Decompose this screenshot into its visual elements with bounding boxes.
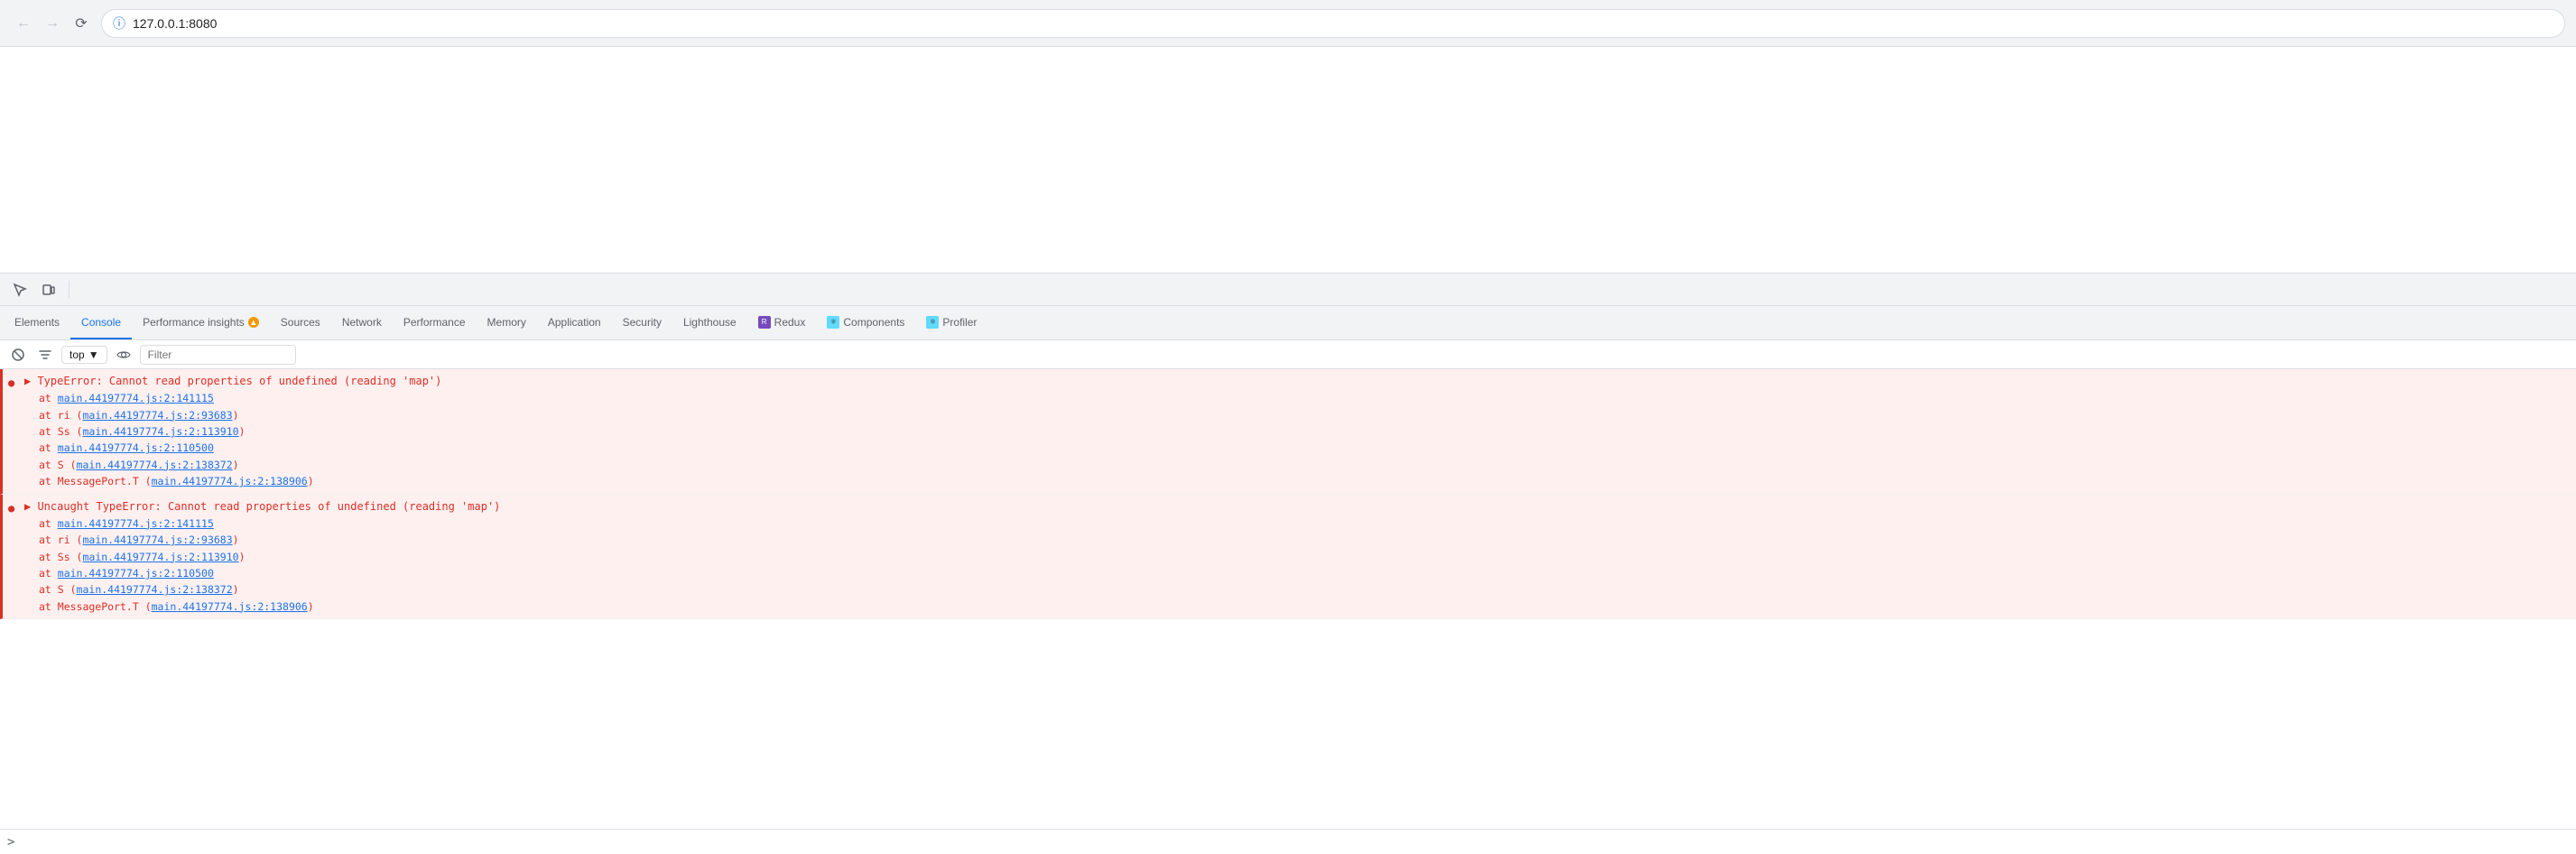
error-expand-2[interactable]: ▶	[24, 500, 37, 513]
tab-profiler[interactable]: ⚛ Profiler	[915, 306, 987, 339]
reload-button[interactable]: ⟳	[69, 11, 94, 36]
stack-line-1-6: at MessagePort.T (main.44197774.js:2:138…	[24, 473, 2569, 489]
address-bar[interactable]: ⓘ	[101, 9, 2565, 38]
stack-line-1-3: at Ss (main.44197774.js:2:113910)	[24, 423, 2569, 440]
url-input[interactable]	[133, 16, 2553, 31]
clear-console-button[interactable]	[7, 344, 29, 366]
context-dropdown-icon: ▼	[88, 348, 99, 361]
tab-network[interactable]: Network	[331, 306, 393, 339]
console-input[interactable]	[22, 836, 2569, 849]
components-icon: ⚛	[827, 316, 839, 329]
stack-line-2-6: at MessagePort.T (main.44197774.js:2:138…	[24, 599, 2569, 615]
filter-button[interactable]	[34, 344, 56, 366]
tab-lighthouse[interactable]: Lighthouse	[672, 306, 747, 339]
stack-link-1-1[interactable]: main.44197774.js:2:141115	[58, 392, 214, 404]
tab-memory[interactable]: Memory	[477, 306, 537, 339]
tab-performance-insights[interactable]: Performance insights ▲	[132, 306, 270, 339]
context-value: top	[69, 348, 85, 361]
stack-link-1-2[interactable]: main.44197774.js:2:93683	[82, 409, 232, 422]
context-selector[interactable]: top ▼	[61, 346, 107, 364]
devtools-panel: Elements Console Performance insights ▲ …	[0, 273, 2576, 854]
devtools-toolbar-top	[0, 274, 2576, 306]
tab-console[interactable]: Console	[70, 306, 132, 339]
console-error-2: ● ▶ Uncaught TypeError: Cannot read prop…	[0, 495, 2576, 620]
console-prompt: >	[7, 835, 14, 849]
tab-redux[interactable]: R Redux	[747, 306, 817, 339]
stack-line-1-2: at ri (main.44197774.js:2:93683)	[24, 407, 2569, 423]
redux-icon: R	[758, 316, 771, 329]
console-filter-input[interactable]	[140, 345, 296, 365]
back-button[interactable]: ←	[11, 11, 36, 36]
tab-elements[interactable]: Elements	[4, 306, 70, 339]
stack-link-2-2[interactable]: main.44197774.js:2:93683	[82, 534, 232, 546]
console-output: ● ▶ TypeError: Cannot read properties of…	[0, 369, 2576, 829]
stack-link-1-3[interactable]: main.44197774.js:2:113910	[82, 425, 238, 438]
stack-link-2-6[interactable]: main.44197774.js:2:138906	[152, 600, 308, 613]
stack-link-2-5[interactable]: main.44197774.js:2:138372	[77, 583, 233, 596]
inspect-element-button[interactable]	[7, 277, 32, 302]
info-icon: ⓘ	[113, 14, 125, 32]
stack-link-1-4[interactable]: main.44197774.js:2:110500	[58, 441, 214, 454]
stack-line-1-4: at main.44197774.js:2:110500	[24, 440, 2569, 456]
stack-line-2-3: at Ss (main.44197774.js:2:113910)	[24, 549, 2569, 565]
browser-chrome: ← → ⟳ ⓘ	[0, 0, 2576, 47]
performance-insights-warning-icon: ▲	[248, 317, 259, 328]
stack-line-2-1: at main.44197774.js:2:141115	[24, 515, 2569, 532]
devtools-tabs: Elements Console Performance insights ▲ …	[0, 306, 2576, 340]
console-input-row: >	[0, 829, 2576, 854]
nav-buttons: ← → ⟳	[11, 11, 94, 36]
tab-security[interactable]: Security	[612, 306, 672, 339]
console-toolbar: top ▼	[0, 340, 2576, 369]
tab-application[interactable]: Application	[537, 306, 612, 339]
forward-button[interactable]: →	[40, 11, 65, 36]
error-message-2: Uncaught TypeError: Cannot read properti…	[37, 500, 500, 513]
stack-line-2-4: at main.44197774.js:2:110500	[24, 565, 2569, 581]
stack-link-1-6[interactable]: main.44197774.js:2:138906	[152, 475, 308, 487]
stack-link-2-1[interactable]: main.44197774.js:2:141115	[58, 517, 214, 530]
profiler-icon: ⚛	[926, 316, 939, 329]
tab-sources[interactable]: Sources	[270, 306, 331, 339]
error-icon-2: ●	[8, 500, 14, 517]
error-icon-1: ●	[8, 375, 14, 392]
page-content	[0, 47, 2576, 273]
tab-performance[interactable]: Performance	[393, 306, 477, 339]
tab-components[interactable]: ⚛ Components	[816, 306, 915, 339]
stack-line-1-1: at main.44197774.js:2:141115	[24, 390, 2569, 406]
error-expand-1[interactable]: ▶	[24, 375, 37, 387]
stack-link-2-3[interactable]: main.44197774.js:2:113910	[82, 551, 238, 563]
console-error-1: ● ▶ TypeError: Cannot read properties of…	[0, 369, 2576, 495]
stack-line-2-5: at S (main.44197774.js:2:138372)	[24, 581, 2569, 598]
stack-link-2-4[interactable]: main.44197774.js:2:110500	[58, 567, 214, 580]
stack-link-1-5[interactable]: main.44197774.js:2:138372	[77, 459, 233, 471]
eye-button[interactable]	[113, 344, 134, 366]
stack-line-1-5: at S (main.44197774.js:2:138372)	[24, 457, 2569, 473]
error-message-1: TypeError: Cannot read properties of und…	[37, 375, 441, 387]
stack-line-2-2: at ri (main.44197774.js:2:93683)	[24, 532, 2569, 548]
device-toolbar-button[interactable]	[36, 277, 61, 302]
